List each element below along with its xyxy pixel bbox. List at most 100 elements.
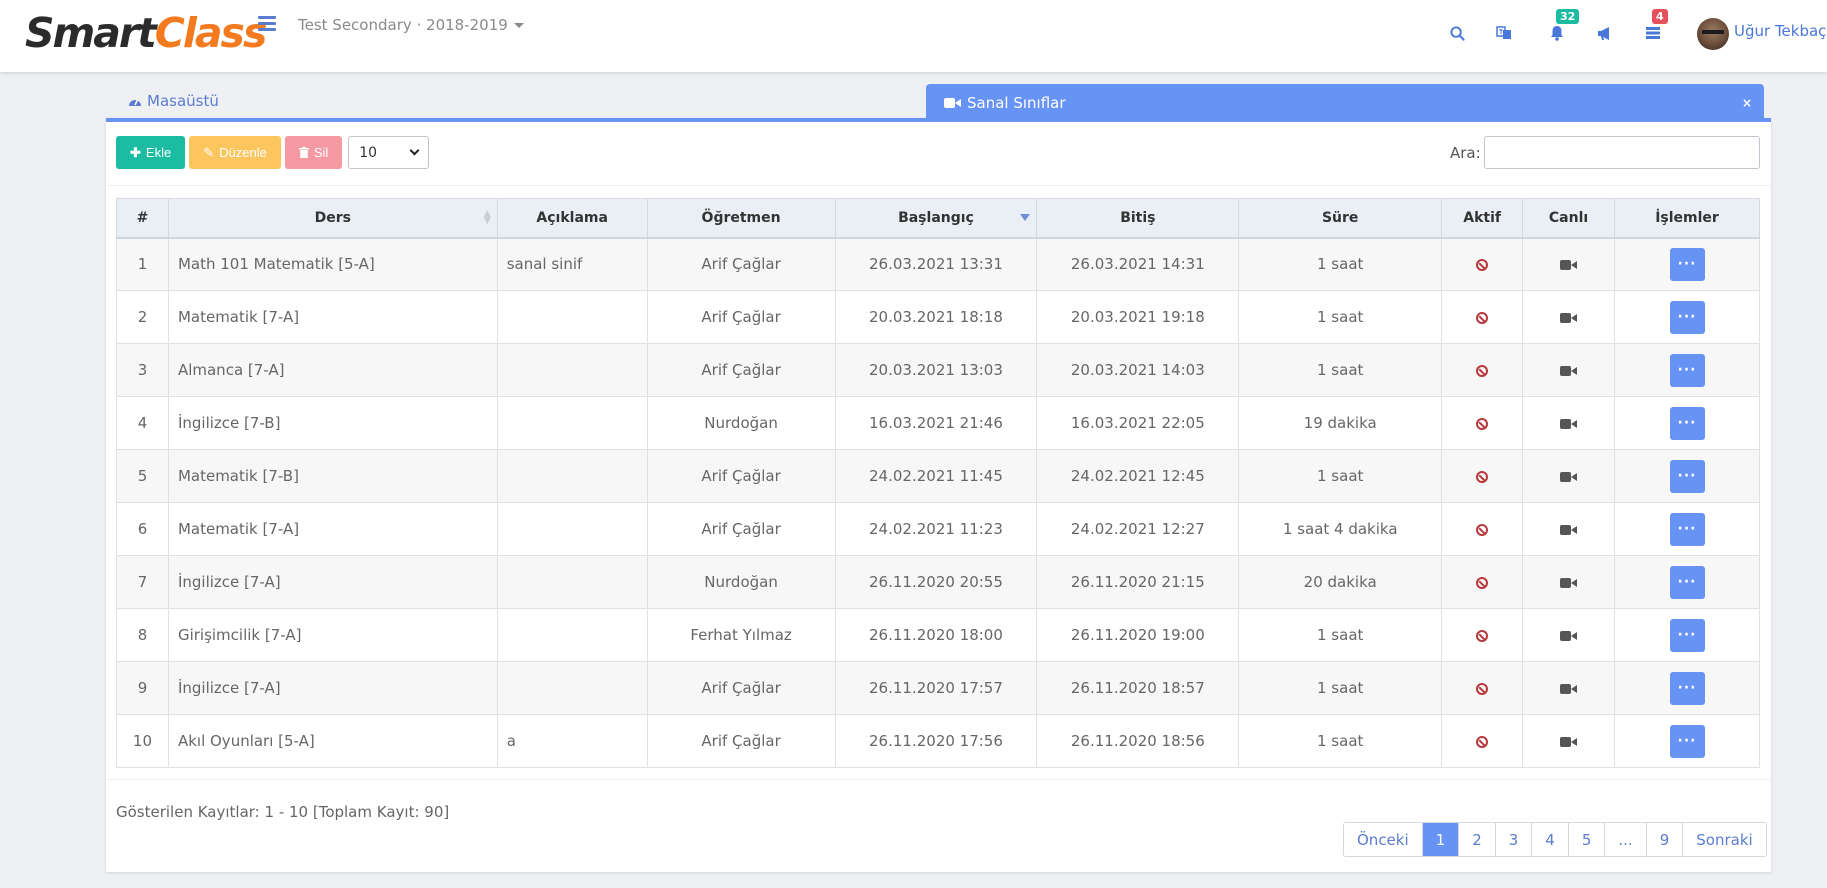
video-camera-icon[interactable] [1560, 259, 1578, 270]
app-logo[interactable]: Smart Class [25, 8, 267, 58]
table-cell [496, 661, 648, 715]
column-header[interactable]: Ders ▲ ▼ [167, 198, 498, 239]
column-header[interactable]: Aktif [1441, 198, 1524, 239]
close-tab-icon[interactable]: × [1742, 96, 1752, 110]
column-header[interactable]: # [116, 198, 169, 239]
table-cell: Nurdoğan [646, 555, 836, 609]
page-button[interactable]: 2 [1459, 823, 1496, 856]
ban-icon [1476, 470, 1489, 483]
table-cell: ··· [1614, 502, 1760, 556]
delete-button[interactable]: Sil [284, 136, 343, 169]
avatar[interactable] [1697, 18, 1729, 50]
table-cell: 1 saat [1238, 343, 1443, 397]
chevron-down-icon [409, 145, 420, 156]
page-button[interactable]: 5 [1568, 823, 1606, 856]
video-camera-icon[interactable] [1560, 312, 1578, 323]
actions-button[interactable]: ··· [1669, 618, 1705, 652]
actions-button[interactable]: ··· [1669, 353, 1705, 387]
column-header[interactable]: Başlangıç [834, 198, 1038, 239]
table-cell: 4 [116, 396, 169, 450]
table-cell: 1 saat [1238, 449, 1443, 503]
video-camera-icon[interactable] [1560, 524, 1578, 535]
video-camera-icon[interactable] [1560, 471, 1578, 482]
table-cell: 3 [116, 343, 169, 397]
bullhorn-icon[interactable] [1592, 18, 1618, 48]
table-cell: ··· [1614, 237, 1760, 291]
ban-icon [1476, 417, 1489, 430]
plus-icon: ✚ [130, 144, 141, 160]
table-cell [1441, 608, 1524, 662]
actions-button[interactable]: ··· [1669, 724, 1705, 758]
next-page-button[interactable]: Sonraki [1683, 823, 1766, 856]
table-row[interactable]: 10 Akıl Oyunları [5-A] a Arif Çağlar 26.11.2… [116, 714, 1760, 768]
ban-icon [1476, 523, 1489, 536]
video-camera-icon[interactable] [1560, 365, 1578, 376]
table-cell: 1 saat 4 dakika [1238, 502, 1443, 556]
table-row[interactable]: 2 Matematik [7-A] Arif Çağlar 20.03.2021 18… [116, 290, 1760, 344]
table-cell: 1 saat [1238, 608, 1443, 662]
term-selector[interactable]: Test Secondary · 2018-2019 [298, 16, 524, 34]
bell-icon[interactable]: 32 [1544, 9, 1580, 48]
column-header[interactable]: Canlı [1522, 198, 1616, 239]
video-camera-icon[interactable] [1560, 630, 1578, 641]
table-cell: Girişimcilik [7-A] [167, 608, 498, 662]
table-cell [1522, 237, 1616, 291]
video-camera-icon[interactable] [1560, 577, 1578, 588]
tab-virtual-classes[interactable]: Sanal Sınıflar × [926, 84, 1764, 122]
search-icon[interactable] [1444, 18, 1470, 48]
video-camera-icon[interactable] [1560, 418, 1578, 429]
translate-icon[interactable] [1491, 18, 1517, 48]
previous-page-button[interactable]: Önceki [1344, 823, 1423, 856]
table-cell: 2 [116, 290, 169, 344]
tab-desktop[interactable]: Masaüstü [128, 92, 219, 110]
table-cell: ··· [1614, 290, 1760, 344]
table-row[interactable]: 6 Matematik [7-A] Arif Çağlar 24.02.2021 11… [116, 502, 1760, 556]
column-header[interactable]: Açıklama [496, 198, 648, 239]
actions-button[interactable]: ··· [1669, 671, 1705, 705]
add-button[interactable]: ✚ Ekle [116, 136, 186, 169]
edit-button[interactable]: ✎ Düzenle [189, 136, 281, 169]
user-name[interactable]: Uğur Tekbaç [1734, 22, 1826, 40]
table-row[interactable]: 8 Girişimcilik [7-A] Ferhat Yılmaz 26.11.20… [116, 608, 1760, 662]
column-header[interactable]: İşlemler [1614, 198, 1760, 239]
page-button: ... [1605, 823, 1647, 856]
ban-icon [1476, 735, 1489, 748]
video-camera-icon[interactable] [1560, 683, 1578, 694]
menu-toggle-icon[interactable] [258, 16, 276, 34]
table-row[interactable]: 1 Math 101 Matematik [5-A] sanal sinif Arif… [116, 237, 1760, 291]
table-cell: 20 dakika [1238, 555, 1443, 609]
table-cell: 26.11.2020 18:57 [1036, 661, 1240, 715]
actions-button[interactable]: ··· [1669, 300, 1705, 334]
tab-virtual-classes-label: Sanal Sınıflar [967, 94, 1066, 112]
table-cell: sanal sinif [496, 237, 648, 291]
column-header[interactable]: Süre [1238, 198, 1443, 239]
column-header[interactable]: Bitiş [1036, 198, 1240, 239]
column-header[interactable]: Öğretmen [646, 198, 836, 239]
page-size-select[interactable]: 10 [348, 136, 430, 169]
table-row[interactable]: 5 Matematik [7-B] Arif Çağlar 24.02.2021 11… [116, 449, 1760, 503]
actions-button[interactable]: ··· [1669, 459, 1705, 493]
trash-icon [298, 147, 309, 158]
actions-button[interactable]: ··· [1669, 565, 1705, 599]
page-button[interactable]: 1 [1422, 823, 1460, 856]
content-panel: ✚ Ekle ✎ Düzenle Sil 10 Ara: # Ders ▲ ▼ Açıkla… [106, 118, 1771, 872]
table-cell: Arif Çağlar [646, 449, 836, 503]
table-row[interactable]: 3 Almanca [7-A] Arif Çağlar 20.03.2021 13:0… [116, 343, 1760, 397]
table-row[interactable]: 7 İngilizce [7-A] Nurdoğan 26.11.2020 20:55… [116, 555, 1760, 609]
actions-button[interactable]: ··· [1669, 512, 1705, 546]
list-icon[interactable]: 4 [1640, 9, 1668, 48]
sort-icon: ▲ ▼ [483, 209, 491, 226]
video-camera-icon[interactable] [1560, 736, 1578, 747]
actions-button[interactable]: ··· [1669, 247, 1705, 281]
page-button[interactable]: 3 [1495, 823, 1533, 856]
page-button[interactable]: 4 [1532, 823, 1569, 856]
ban-icon [1476, 258, 1489, 271]
search-input[interactable] [1484, 136, 1760, 169]
page-button[interactable]: 9 [1646, 823, 1684, 856]
table-cell: 24.02.2021 11:23 [834, 502, 1038, 556]
sort-desc-icon [1020, 214, 1031, 221]
actions-button[interactable]: ··· [1669, 406, 1705, 440]
table-row[interactable]: 9 İngilizce [7-A] Arif Çağlar 26.11.2020 17… [116, 661, 1760, 715]
table-row[interactable]: 4 İngilizce [7-B] Nurdoğan 16.03.2021 21:46… [116, 396, 1760, 450]
table-cell [1522, 608, 1616, 662]
